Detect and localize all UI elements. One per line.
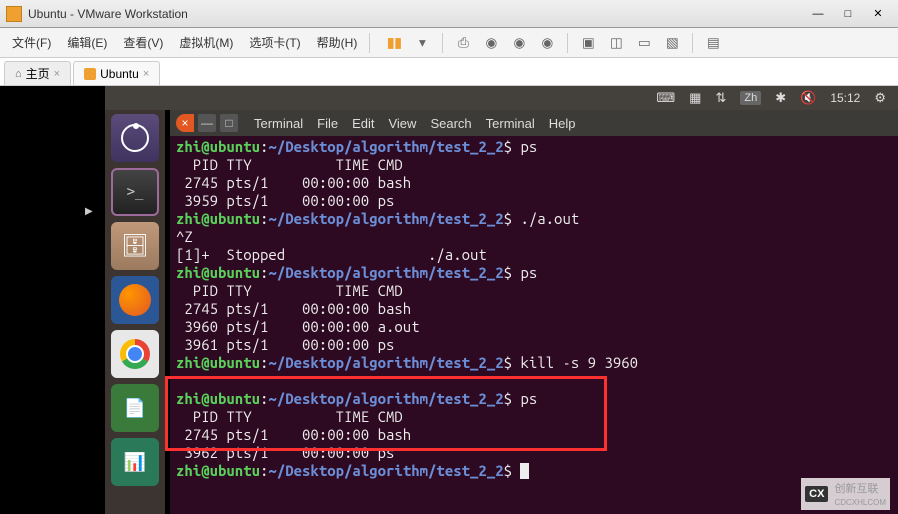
calendar-icon[interactable]: ▦ (689, 90, 701, 106)
language-indicator[interactable]: Zh (740, 91, 761, 105)
power-icon[interactable]: ⚙ (874, 90, 886, 106)
tab-close-icon[interactable]: × (143, 68, 149, 80)
term-menu-help[interactable]: Help (549, 116, 576, 131)
snapshot-button[interactable]: ◉ (479, 31, 503, 55)
clock[interactable]: 15:12 (830, 91, 860, 105)
launcher-files[interactable]: 🗄 (111, 222, 159, 270)
pause-button[interactable]: ▮▮ (382, 31, 406, 55)
menu-vm[interactable]: 虚拟机(M) (171, 30, 241, 55)
send-ctrl-alt-del-button[interactable]: ⎙ (451, 31, 475, 55)
tab-ubuntu[interactable]: Ubuntu × (73, 61, 160, 85)
network-icon[interactable]: ⇅ (715, 90, 726, 106)
ubuntu-top-panel: ⌨ ▦ ⇅ Zh ✱ 🔇 15:12 ⚙ (105, 86, 898, 110)
scroll-indicator-icon: ▶ (85, 206, 93, 217)
menu-file[interactable]: 文件(F) (4, 30, 59, 55)
terminal-minimize-button[interactable]: — (198, 114, 216, 132)
home-icon: ⌂ (15, 68, 22, 80)
unity-button[interactable]: ◫ (604, 31, 628, 55)
term-menu-terminal[interactable]: Terminal (254, 116, 303, 131)
term-menu-search[interactable]: Search (430, 116, 471, 131)
vmware-menubar: 文件(F) 编辑(E) 查看(V) 虚拟机(M) 选项卡(T) 帮助(H) ▮▮… (0, 28, 898, 58)
menu-edit[interactable]: 编辑(E) (59, 30, 115, 55)
fit-guest-button[interactable]: ▭ (632, 31, 656, 55)
watermark-sub: CDCXHLCOM (834, 498, 886, 507)
dropdown-button[interactable]: ▾ (410, 31, 434, 55)
vmware-toolbar: ▮▮ ▾ ⎙ ◉ ◉ ◉ ▣ ◫ ▭ ▧ ▤ (382, 31, 725, 55)
bluetooth-icon[interactable]: ✱ (775, 90, 786, 106)
tab-home[interactable]: ⌂ 主页 × (4, 61, 71, 85)
term-menu-file[interactable]: File (317, 116, 338, 131)
window-title: Ubuntu - VMware Workstation (28, 7, 804, 21)
fullscreen-button[interactable]: ▣ (576, 31, 600, 55)
library-button[interactable]: ▤ (701, 31, 725, 55)
launcher-calc[interactable]: 📊 (111, 438, 159, 486)
terminal-titlebar: × — □ Terminal File Edit View Search Ter… (170, 110, 898, 136)
manage-snapshot-button[interactable]: ◉ (535, 31, 559, 55)
menu-tabs[interactable]: 选项卡(T) (241, 30, 308, 55)
black-border-left: ▶ (0, 86, 105, 514)
terminal-close-button[interactable]: × (176, 114, 194, 132)
term-menu-view[interactable]: View (388, 116, 416, 131)
term-menu-edit[interactable]: Edit (352, 116, 374, 131)
windows-titlebar: Ubuntu - VMware Workstation — □ ✕ (0, 0, 898, 28)
terminal-menu: Terminal File Edit View Search Terminal … (254, 116, 576, 131)
term-menu-terminal2[interactable]: Terminal (486, 116, 535, 131)
minimize-button[interactable]: — (804, 5, 832, 23)
ubuntu-tab-icon (84, 68, 96, 80)
menu-view[interactable]: 查看(V) (115, 30, 171, 55)
window-controls: — □ ✕ (804, 5, 892, 23)
keyboard-icon[interactable]: ⌨ (656, 90, 675, 106)
close-button[interactable]: ✕ (864, 5, 892, 23)
terminal-maximize-button[interactable]: □ (220, 114, 238, 132)
launcher-chrome[interactable] (111, 330, 159, 378)
menu-help[interactable]: 帮助(H) (309, 30, 366, 55)
maximize-button[interactable]: □ (834, 5, 862, 23)
tab-ubuntu-label: Ubuntu (100, 67, 139, 81)
tab-close-icon[interactable]: × (54, 68, 60, 80)
revert-snapshot-button[interactable]: ◉ (507, 31, 531, 55)
watermark-icon: CX (805, 486, 828, 502)
vm-guest-display[interactable]: ▶ ⌨ ▦ ⇅ Zh ✱ 🔇 15:12 ⚙ >_ 🗄 📄 📊 (0, 86, 898, 514)
terminal-body[interactable]: zhi@ubuntu:~/Desktop/algorithm/test_2_2$… (170, 136, 898, 514)
launcher-terminal[interactable]: >_ (111, 168, 159, 216)
watermark: CX 创新互联 CDCXHLCOM (801, 478, 890, 510)
launcher-firefox[interactable] (111, 276, 159, 324)
volume-icon[interactable]: 🔇 (800, 90, 816, 106)
launcher-writer[interactable]: 📄 (111, 384, 159, 432)
tab-home-label: 主页 (26, 65, 50, 82)
watermark-brand: 创新互联 (834, 483, 878, 495)
vmware-tabs: ⌂ 主页 × Ubuntu × (0, 58, 898, 86)
ubuntu-desktop: ⌨ ▦ ⇅ Zh ✱ 🔇 15:12 ⚙ >_ 🗄 📄 📊 × — (105, 86, 898, 514)
free-stretch-button[interactable]: ▧ (660, 31, 684, 55)
dash-button[interactable] (111, 114, 159, 162)
unity-launcher: >_ 🗄 📄 📊 (105, 110, 165, 514)
vmware-icon (6, 6, 22, 22)
terminal-window: × — □ Terminal File Edit View Search Ter… (170, 110, 898, 514)
